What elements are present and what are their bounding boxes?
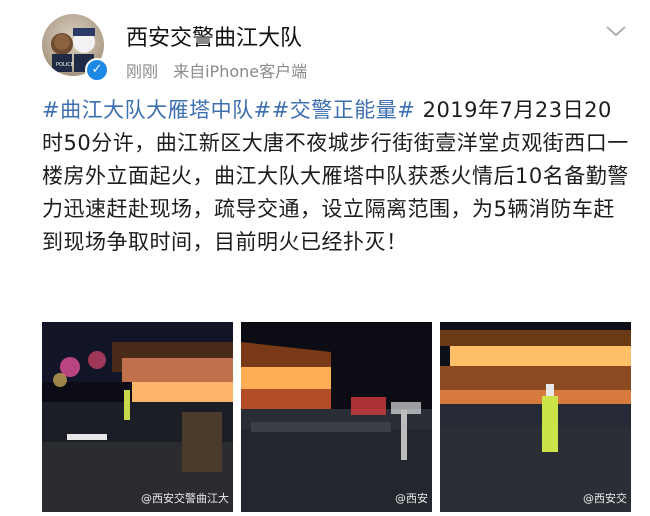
photo-watermark: @西安 [395,492,428,505]
hashtag-link[interactable]: #交警正能量# [272,98,416,122]
photo-grid: @西安交警曲江大 @西安 @西安交 [42,322,632,512]
chevron-down-icon[interactable] [604,22,628,40]
photo-thumbnail[interactable]: @西安 [241,322,432,512]
post-meta: 刚刚 来自iPhone客户端 [126,58,317,82]
svg-text:POLICE: POLICE [56,62,74,68]
post-body: #曲江大队大雁塔中队##交警正能量# 2019年7月23日20时50分许，曲江新… [42,94,632,259]
post-header: POLICE ✓ 西安交警曲江大队 刚刚 来自iPhone客户端 [0,0,650,92]
photo-watermark: @西安交 [583,492,627,505]
verified-badge-icon: ✓ [85,58,109,82]
post-source: 来自iPhone客户端 [173,62,308,81]
photo-watermark: @西安交警曲江大 [141,492,229,505]
username[interactable]: 西安交警曲江大队 [126,20,302,52]
photo-thumbnail[interactable]: @西安交警曲江大 [42,322,233,512]
photo-thumbnail[interactable]: @西安交 [440,322,631,512]
post-time: 刚刚 [126,62,159,81]
hashtag-link[interactable]: #曲江大队大雁塔中队# [42,98,272,122]
